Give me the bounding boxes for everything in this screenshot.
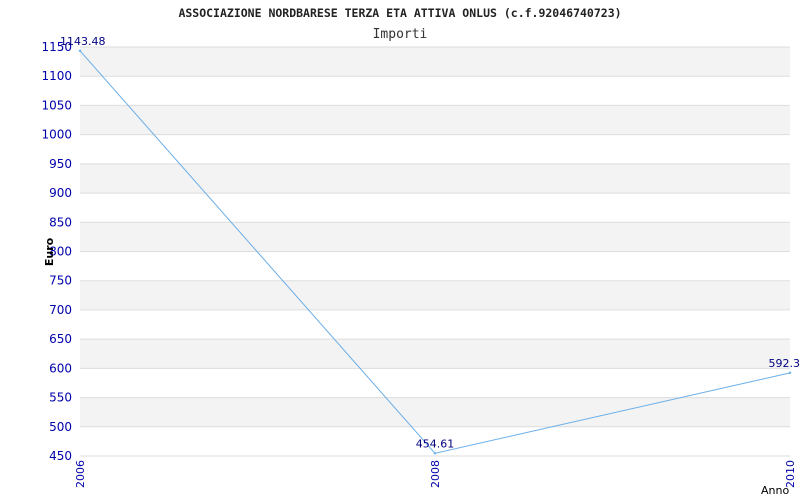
data-point — [788, 371, 792, 375]
y-tick-label: 500 — [49, 420, 72, 434]
x-tick-labels: 2006 2008 2010 — [74, 460, 797, 488]
y-tick-label: 1000 — [41, 128, 72, 142]
data-point — [78, 49, 82, 53]
y-tick-label: 1050 — [41, 98, 72, 112]
y-tick-label: 850 — [49, 215, 72, 229]
chart-subtitle: Importi — [373, 27, 428, 42]
y-tick-label: 600 — [49, 361, 72, 375]
plot-band — [80, 339, 790, 369]
plot-band — [80, 222, 790, 252]
plot-band — [80, 47, 790, 77]
plot-band — [80, 163, 790, 194]
plot-band — [80, 280, 790, 310]
y-tick-label: 550 — [49, 391, 72, 405]
data-label: 592.3 — [769, 357, 800, 370]
x-tick-label: 2006 — [74, 460, 87, 488]
plot-bands — [80, 47, 790, 427]
y-tick-label: 450 — [49, 449, 72, 463]
plot-band — [80, 105, 790, 135]
y-tick-label: 750 — [49, 274, 72, 288]
line-chart: 4505005506006507007508008509009501000105… — [41, 6, 800, 497]
data-label: 454.61 — [416, 437, 455, 450]
y-tick-label: 650 — [49, 332, 72, 346]
y-tick-label: 900 — [49, 186, 72, 200]
plot-band — [80, 397, 790, 427]
data-point — [433, 452, 437, 455]
y-tick-label: 700 — [49, 303, 72, 317]
y-tick-label: 950 — [49, 157, 72, 171]
x-axis-label: Anno — [761, 484, 789, 497]
y-axis-label: Euro — [43, 237, 56, 266]
y-tick-label: 1100 — [41, 69, 72, 83]
x-tick-label: 2008 — [429, 460, 442, 488]
data-label: 1143.48 — [60, 35, 106, 48]
chart-title: ASSOCIAZIONE NORDBARESE TERZA ETA ATTIVA… — [178, 6, 621, 20]
